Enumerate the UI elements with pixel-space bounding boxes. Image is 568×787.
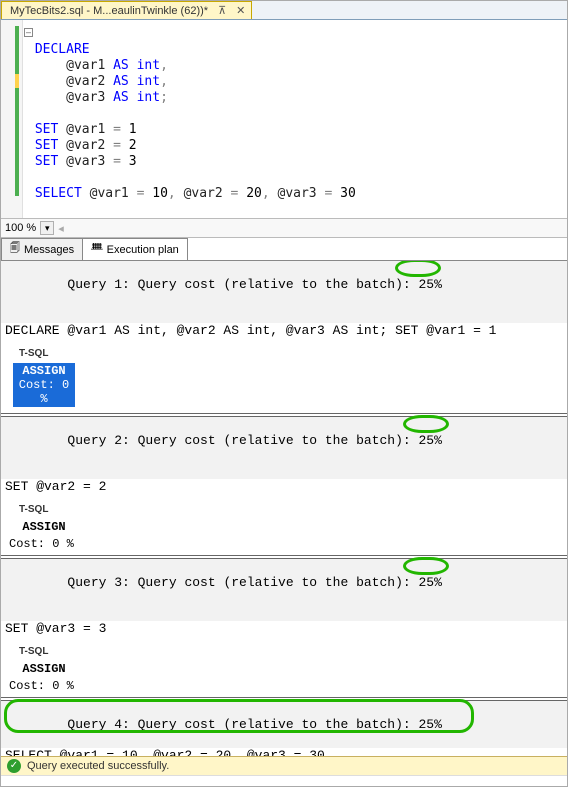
document-tab[interactable]: MyTecBits2.sql - M...eaulinTwinkle (62))…: [1, 1, 252, 19]
query-sql: DECLARE @var1 AS int, @var2 AS int, @var…: [1, 323, 567, 340]
query-header-text: Query 3: Query cost (relative to the bat…: [67, 575, 441, 590]
document-tab-title: MyTecBits2.sql - M...eaulinTwinkle (62))…: [10, 5, 208, 17]
assign-label: ASSIGN: [15, 364, 73, 378]
pin-icon[interactable]: ⊼: [218, 4, 226, 17]
query-header: Query 1: Query cost (relative to the bat…: [1, 261, 567, 323]
tab-plan-label: Execution plan: [107, 244, 179, 256]
document-tab-bar: MyTecBits2.sql - M...eaulinTwinkle (62))…: [1, 1, 567, 20]
zoom-dropdown-icon[interactable]: ▾: [40, 221, 54, 235]
tab-execution-plan[interactable]: ᚙ Execution plan: [82, 238, 188, 260]
success-icon: ✓: [7, 759, 21, 773]
code-text[interactable]: DECLARE @var1 AS int, @var2 AS int, @var…: [23, 20, 358, 218]
query-header-text: Query 1: Query cost (relative to the bat…: [67, 277, 441, 292]
bottom-spacer: [1, 775, 567, 786]
query-header-text: Query 4: Query cost (relative to the bat…: [67, 717, 441, 732]
highlight-circle: [403, 557, 449, 575]
status-bar: ✓ Query executed successfully.: [1, 756, 567, 775]
assign-cost: Cost: 0 %: [15, 378, 73, 406]
execution-plan-pane[interactable]: Query 1: Query cost (relative to the bat…: [1, 261, 567, 756]
tab-messages[interactable]: 🗐 Messages: [1, 238, 83, 260]
change-marker-green: [15, 26, 19, 196]
query-block: Query 4: Query cost (relative to the bat…: [1, 700, 567, 756]
query-sql: SET @var3 = 3: [1, 621, 567, 638]
query-header: Query 4: Query cost (relative to the bat…: [1, 700, 567, 748]
query-sql: SELECT @var1 = 10, @var2 = 20, @var3 = 3…: [1, 748, 567, 756]
highlight-circle: [403, 415, 449, 433]
assign-label: ASSIGN: [15, 662, 73, 676]
query-header: Query 3: Query cost (relative to the bat…: [1, 558, 567, 621]
assign-label: ASSIGN: [15, 520, 73, 534]
status-text: Query executed successfully.: [27, 760, 169, 772]
query-block: Query 3: Query cost (relative to the bat…: [1, 558, 567, 698]
plan-icon: ᚙ: [91, 244, 103, 255]
messages-icon: 🗐: [10, 241, 20, 258]
change-marker-yellow: [15, 74, 19, 88]
highlight-circle: [395, 261, 441, 277]
tsql-label: T-SQL: [19, 504, 567, 515]
query-block: Query 1: Query cost (relative to the bat…: [1, 261, 567, 414]
query-block: Query 2: Query cost (relative to the bat…: [1, 416, 567, 556]
result-tabs: 🗐 Messages ᚙ Execution plan: [1, 238, 567, 261]
query-header: Query 2: Query cost (relative to the bat…: [1, 416, 567, 479]
zoom-prev-icon[interactable]: ◂: [58, 222, 64, 235]
collapse-region-icon[interactable]: –: [24, 28, 33, 37]
assign-cost: Cost: 0 %: [9, 679, 567, 693]
code-editor[interactable]: – DECLARE @var1 AS int, @var2 AS int, @v…: [1, 20, 567, 218]
editor-gutter: [1, 20, 23, 218]
plan-node-assign[interactable]: ASSIGN: [13, 661, 75, 677]
tsql-label: T-SQL: [19, 348, 567, 359]
plan-node-assign[interactable]: ASSIGN Cost: 0 %: [13, 363, 75, 407]
query-sql: SET @var2 = 2: [1, 479, 567, 496]
tsql-label: T-SQL: [19, 646, 567, 657]
assign-cost: Cost: 0 %: [9, 537, 567, 551]
plan-node-assign[interactable]: ASSIGN: [13, 519, 75, 535]
query-header-text: Query 2: Query cost (relative to the bat…: [67, 433, 441, 448]
tab-messages-label: Messages: [24, 244, 74, 256]
zoom-bar: 100 % ▾ ◂: [1, 218, 567, 238]
close-icon[interactable]: ✕: [236, 4, 245, 17]
zoom-level[interactable]: 100 %: [5, 222, 36, 234]
